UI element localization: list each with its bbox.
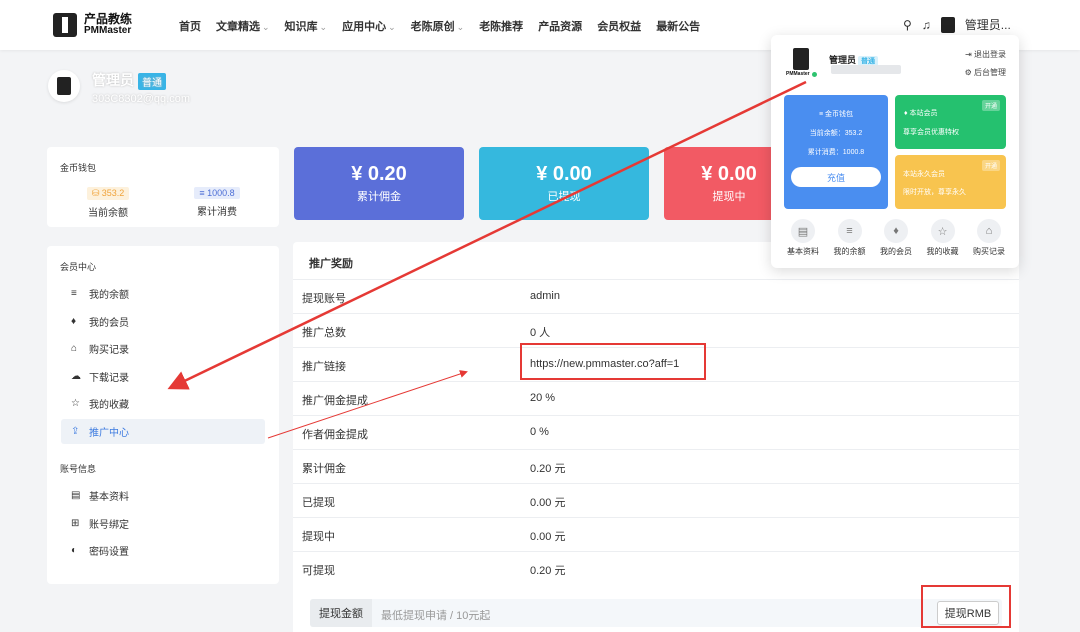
annotation-arrows (167, 80, 807, 439)
arrow-to-promo-menu (167, 80, 807, 390)
arrow-to-promo-link (267, 370, 468, 439)
